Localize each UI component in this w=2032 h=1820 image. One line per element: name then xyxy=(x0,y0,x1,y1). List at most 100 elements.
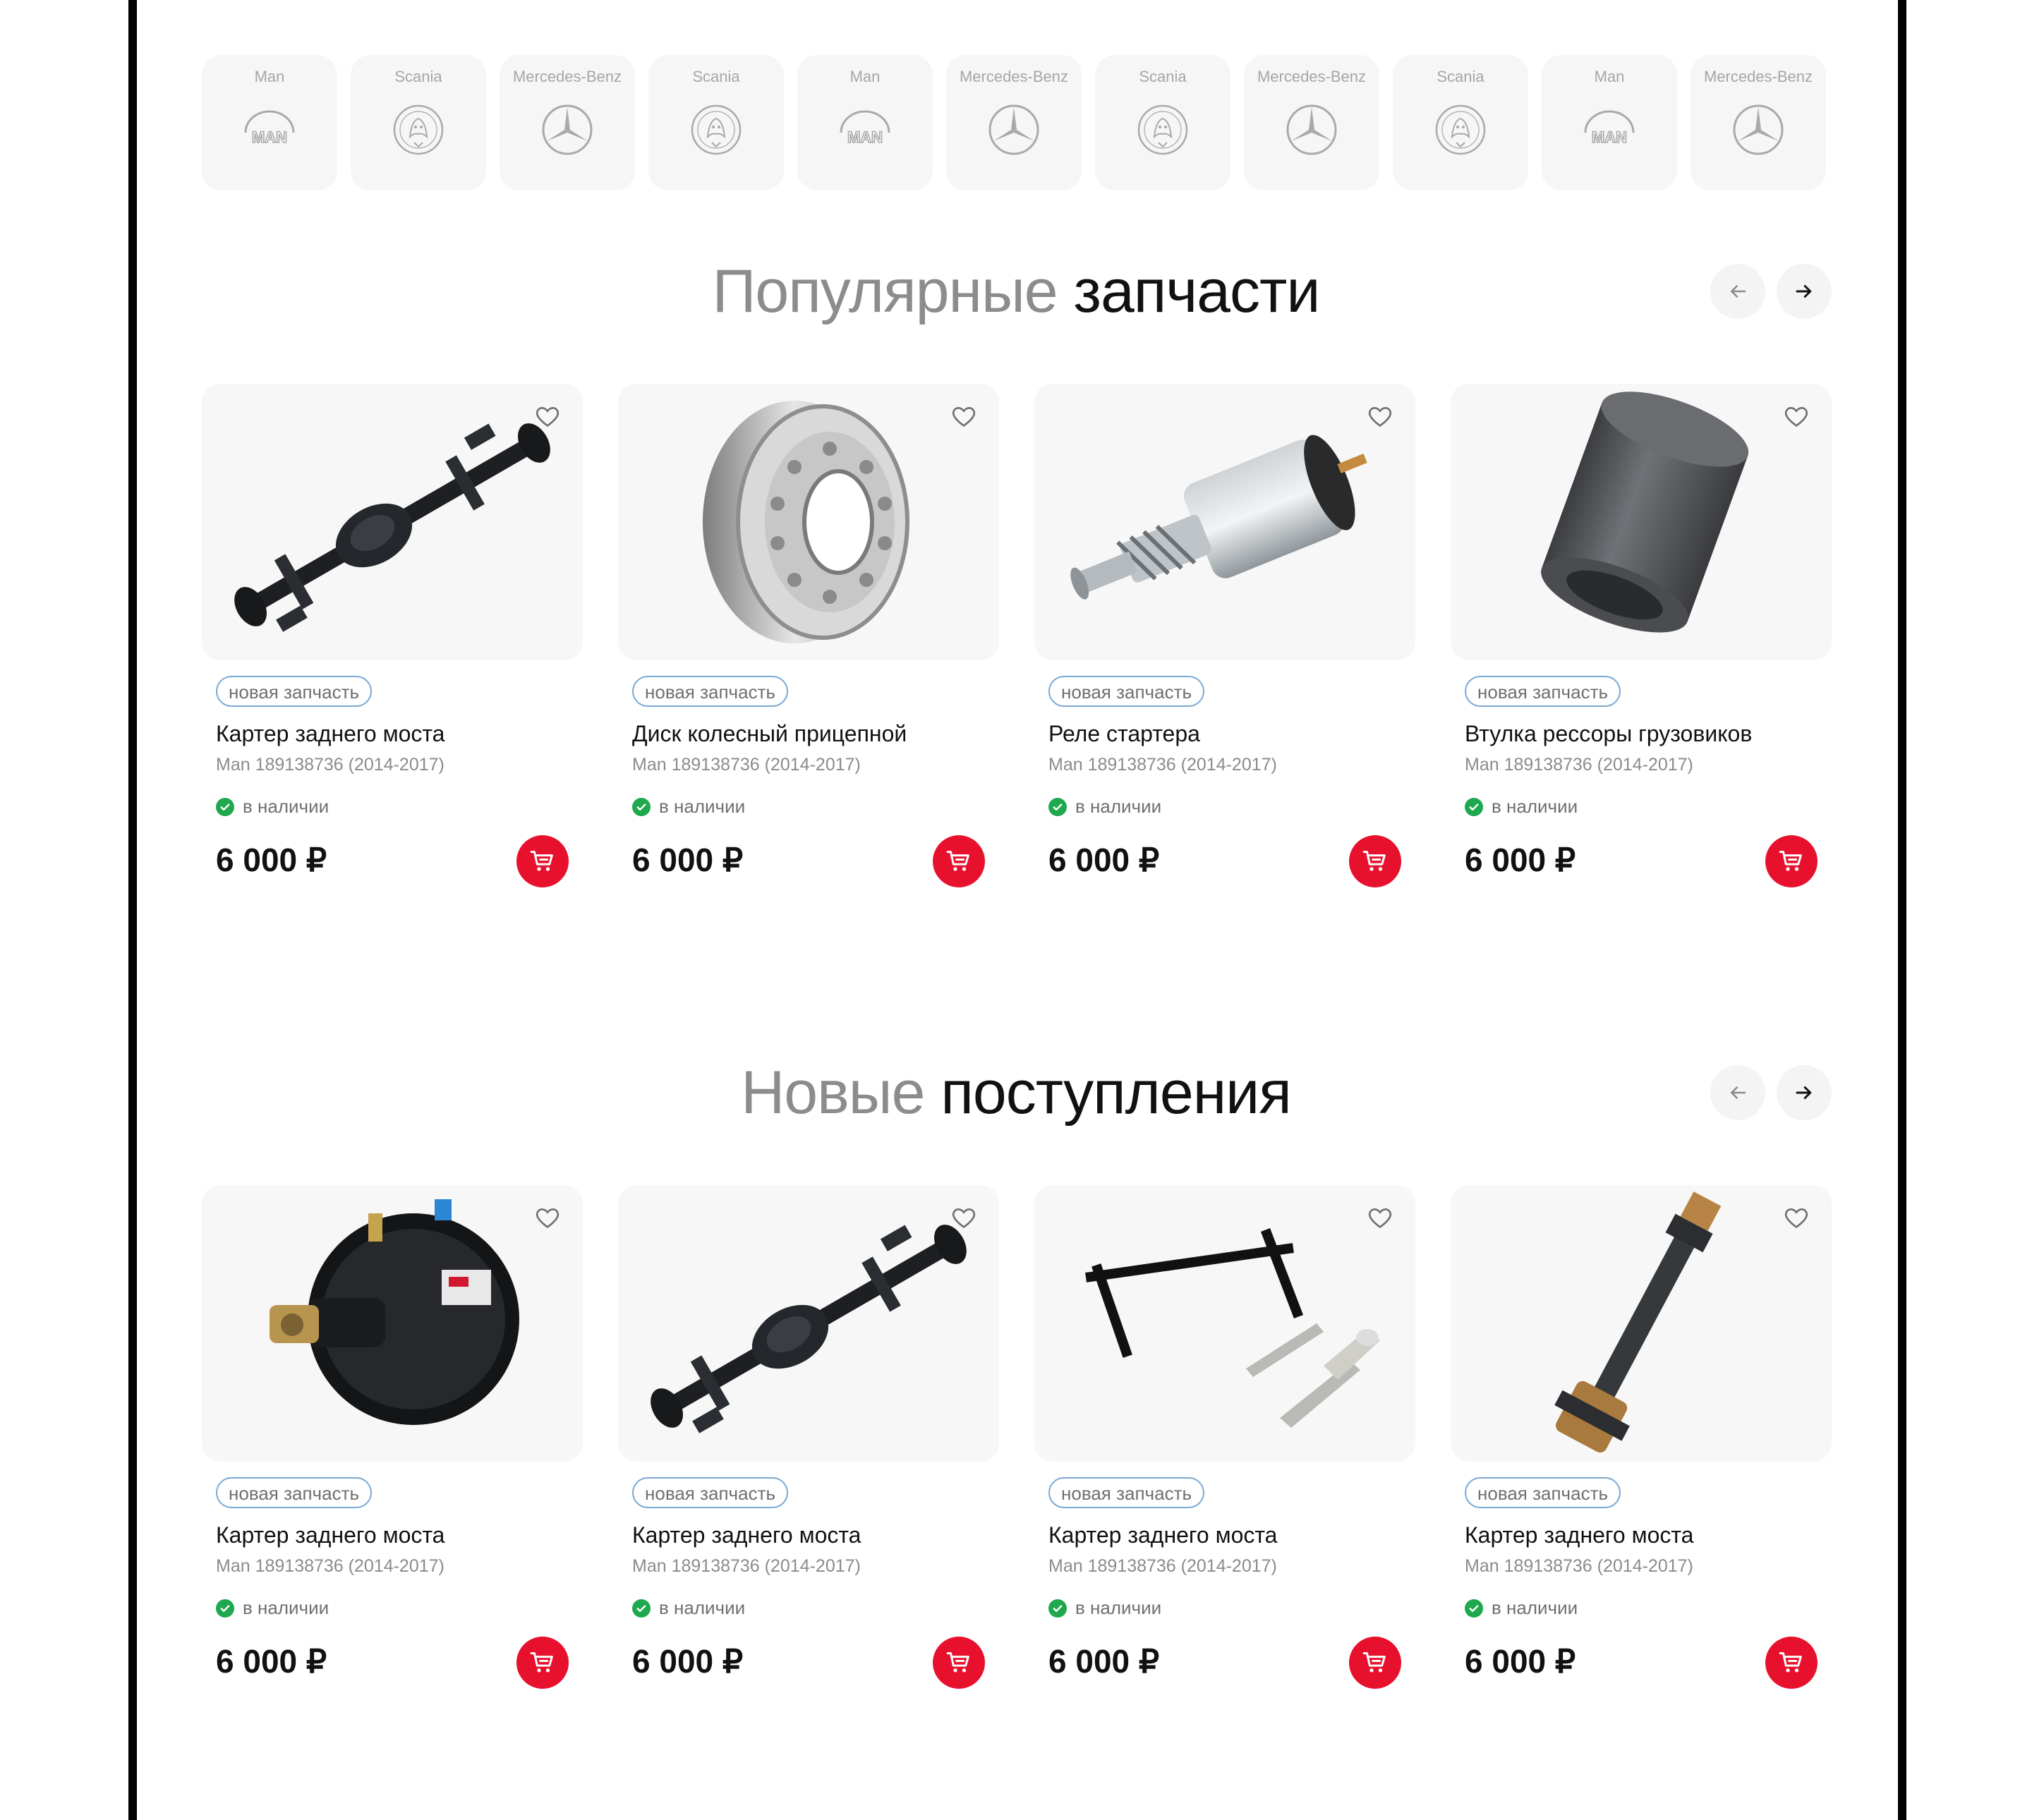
brand-name: Mercedes-Benz xyxy=(959,68,1069,85)
cart-icon xyxy=(1779,851,1802,871)
favorite-button[interactable] xyxy=(1782,1203,1813,1234)
favorite-button[interactable] xyxy=(1782,402,1813,433)
arrow-left-icon xyxy=(1731,1086,1746,1099)
stock-status: в наличии xyxy=(1465,796,1578,818)
stock-status: в наличии xyxy=(1465,1597,1578,1619)
product-card[interactable]: новая запчасть Картер заднего моста Man 18… xyxy=(618,1185,999,1721)
product-image[interactable] xyxy=(202,1185,583,1462)
product-price: 6 000 ₽ xyxy=(1465,842,1576,878)
product-card[interactable]: новая запчасть Диск колесный прицепной Man… xyxy=(618,384,999,920)
brand-tile[interactable]: Scania xyxy=(648,55,784,190)
product-name[interactable]: Картер заднего моста xyxy=(1465,1522,1693,1548)
product-price: 6 000 ₽ xyxy=(1465,1643,1576,1680)
stock-status: в наличии xyxy=(216,796,329,818)
product-image[interactable] xyxy=(618,1185,999,1462)
brand-tile[interactable]: Mercedes-Benz xyxy=(500,55,635,190)
new-arrivals-prev-button[interactable] xyxy=(1710,1065,1765,1120)
product-name[interactable]: Втулка рессоры грузовиков xyxy=(1465,721,1752,747)
stock-label: в наличии xyxy=(243,1597,329,1618)
stock-label: в наличии xyxy=(243,796,329,817)
condition-badge: новая запчасть xyxy=(632,1477,789,1508)
in-stock-indicator xyxy=(1465,797,1483,816)
product-model: Man 189138736 (2014-2017) xyxy=(1048,1556,1277,1576)
popular-next-button[interactable] xyxy=(1777,264,1832,319)
product-name[interactable]: Картер заднего моста xyxy=(216,721,445,747)
product-price: 6 000 ₽ xyxy=(216,842,327,878)
add-to-cart-button[interactable] xyxy=(1349,835,1401,887)
man-logo: MAN xyxy=(837,102,893,158)
condition-badge: новая запчасть xyxy=(632,676,789,707)
add-to-cart-button[interactable] xyxy=(933,1637,985,1689)
check-icon xyxy=(1053,803,1063,811)
product-model: Man 189138736 (2014-2017) xyxy=(1048,755,1277,775)
scania-logo xyxy=(390,102,447,158)
check-icon xyxy=(1053,1604,1063,1612)
heart-icon xyxy=(536,406,560,427)
favorite-button[interactable] xyxy=(1366,1203,1397,1234)
product-card[interactable]: новая запчасть Картер заднего моста Man 18… xyxy=(1034,1185,1415,1721)
product-model: Man 189138736 (2014-2017) xyxy=(216,755,445,775)
product-price: 6 000 ₽ xyxy=(216,1643,327,1680)
add-to-cart-button[interactable] xyxy=(516,1637,569,1689)
product-image[interactable] xyxy=(618,384,999,660)
product-name[interactable]: Картер заднего моста xyxy=(1048,1522,1277,1548)
product-card[interactable]: новая запчасть Втулка рессоры грузовиков M… xyxy=(1451,384,1832,920)
product-card[interactable]: новая запчасть Картер заднего моста Man 18… xyxy=(202,1185,583,1721)
product-name[interactable]: Картер заднего моста xyxy=(216,1522,445,1548)
arrow-right-icon xyxy=(1796,285,1812,298)
product-name[interactable]: Картер заднего моста xyxy=(632,1522,861,1548)
add-to-cart-button[interactable] xyxy=(1349,1637,1401,1689)
stock-status: в наличии xyxy=(632,1597,745,1619)
product-image[interactable] xyxy=(202,384,583,660)
product-image[interactable] xyxy=(1034,384,1415,660)
check-icon xyxy=(636,1604,646,1612)
mercedes-logo xyxy=(539,102,595,158)
condition-badge: новая запчасть xyxy=(1465,676,1621,707)
brand-tile[interactable]: Man MAN xyxy=(202,55,337,190)
stock-label: в наличии xyxy=(1075,1597,1162,1618)
brand-carousel: Man MAN Scania Mercedes-Benz Scania Man MAN Mer… xyxy=(202,55,1826,190)
product-price: 6 000 ₽ xyxy=(632,842,744,878)
favorite-button[interactable] xyxy=(950,402,981,433)
cart-icon xyxy=(1362,851,1386,871)
svg-text:MAN: MAN xyxy=(847,128,883,146)
brand-tile[interactable]: Scania xyxy=(1095,55,1230,190)
product-card[interactable]: новая запчасть Картер заднего моста Man 18… xyxy=(202,384,583,920)
product-card[interactable]: новая запчасть Картер заднего моста Man 18… xyxy=(1451,1185,1832,1721)
check-icon xyxy=(636,803,646,811)
favorite-button[interactable] xyxy=(533,402,564,433)
in-stock-indicator xyxy=(1048,797,1067,816)
product-model: Man 189138736 (2014-2017) xyxy=(1465,1556,1693,1576)
cart-icon xyxy=(946,851,969,871)
brand-tile[interactable]: Man MAN xyxy=(1542,55,1677,190)
condition-badge: новая запчасть xyxy=(1465,1477,1621,1508)
product-image[interactable] xyxy=(1034,1185,1415,1462)
add-to-cart-button[interactable] xyxy=(933,835,985,887)
brand-tile[interactable]: Man MAN xyxy=(797,55,933,190)
add-to-cart-button[interactable] xyxy=(516,835,569,887)
add-to-cart-button[interactable] xyxy=(1765,1637,1818,1689)
cart-icon xyxy=(946,1652,969,1673)
product-image[interactable] xyxy=(1451,1185,1832,1462)
product-name[interactable]: Диск колесный прицепной xyxy=(632,721,907,747)
favorite-button[interactable] xyxy=(533,1203,564,1234)
brand-tile[interactable]: Mercedes-Benz xyxy=(1691,55,1826,190)
brand-tile[interactable]: Scania xyxy=(1393,55,1528,190)
favorite-button[interactable] xyxy=(950,1203,981,1234)
brand-tile[interactable]: Mercedes-Benz xyxy=(1244,55,1379,190)
heart-icon xyxy=(952,1208,976,1228)
product-name[interactable]: Реле стартера xyxy=(1048,721,1200,747)
stock-label: в наличии xyxy=(659,796,746,817)
svg-text:MAN: MAN xyxy=(1592,128,1627,146)
product-image[interactable] xyxy=(1451,384,1832,660)
heart-icon xyxy=(952,406,976,427)
condition-badge: новая запчасть xyxy=(216,676,373,707)
brand-tile[interactable]: Scania xyxy=(351,55,486,190)
new-arrivals-next-button[interactable] xyxy=(1777,1065,1832,1120)
product-card[interactable]: новая запчасть Реле стартера Man 189138736… xyxy=(1034,384,1415,920)
favorite-button[interactable] xyxy=(1366,402,1397,433)
add-to-cart-button[interactable] xyxy=(1765,835,1818,887)
in-stock-indicator xyxy=(216,1598,234,1618)
popular-prev-button[interactable] xyxy=(1710,264,1765,319)
brand-tile[interactable]: Mercedes-Benz xyxy=(946,55,1082,190)
